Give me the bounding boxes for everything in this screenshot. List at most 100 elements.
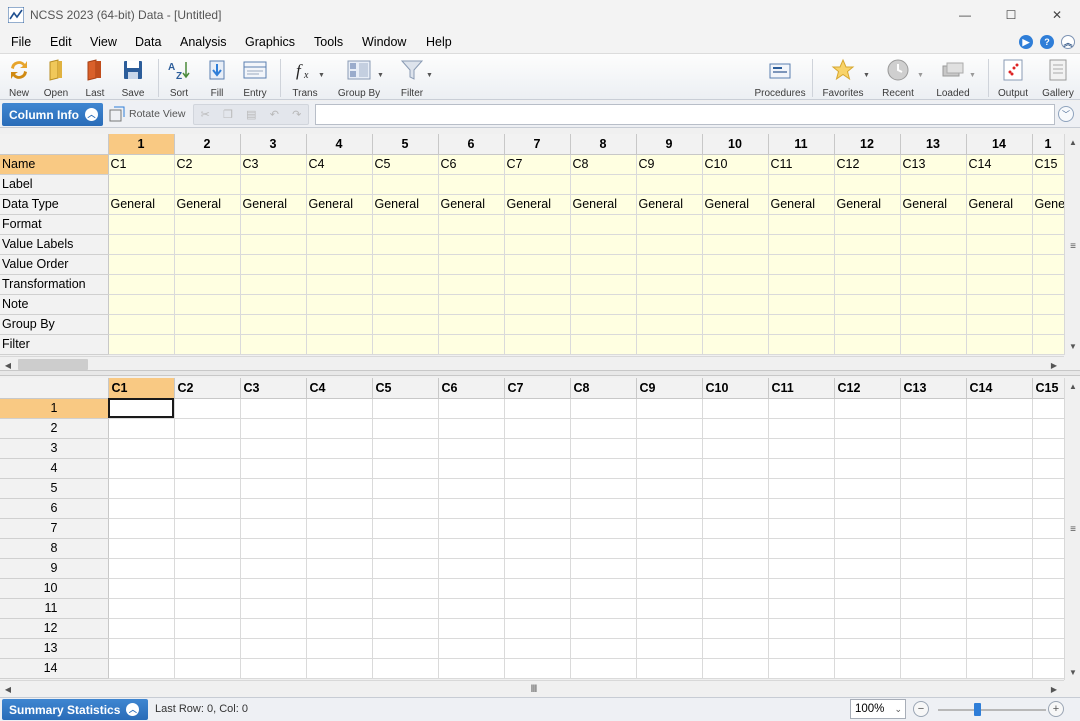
info-cell[interactable]: [834, 174, 901, 195]
data-cell[interactable]: [702, 578, 769, 599]
column-number-header[interactable]: 1: [1032, 134, 1065, 155]
data-cell[interactable]: [702, 498, 769, 519]
data-cell[interactable]: [504, 398, 571, 419]
data-cell[interactable]: [174, 418, 241, 439]
info-cell[interactable]: [174, 294, 241, 315]
gallery-button[interactable]: Gallery: [1040, 58, 1076, 100]
data-cell[interactable]: [372, 398, 439, 419]
data-cell[interactable]: [438, 438, 505, 459]
info-cell[interactable]: [306, 314, 373, 335]
info-cell[interactable]: [1032, 294, 1065, 315]
data-cell[interactable]: [570, 598, 637, 619]
data-cell[interactable]: [834, 638, 901, 659]
data-cell[interactable]: [306, 498, 373, 519]
info-cell[interactable]: C9: [636, 154, 703, 175]
info-cell[interactable]: [108, 334, 175, 355]
info-cell[interactable]: [240, 234, 307, 255]
info-cell[interactable]: [108, 214, 175, 235]
data-cell[interactable]: [702, 458, 769, 479]
redo-icon[interactable]: ↷: [292, 108, 301, 121]
info-cell[interactable]: General: [240, 194, 307, 215]
column-header[interactable]: C7: [504, 378, 571, 399]
menu-view[interactable]: View: [90, 35, 117, 49]
data-cell[interactable]: [504, 498, 571, 519]
column-header[interactable]: C5: [372, 378, 439, 399]
data-cell[interactable]: [240, 578, 307, 599]
data-cell[interactable]: [834, 618, 901, 639]
scroll-down-icon[interactable]: ▼: [1065, 338, 1080, 354]
info-cell[interactable]: [240, 274, 307, 295]
info-cell[interactable]: [240, 334, 307, 355]
data-vertical-scrollbar[interactable]: ▲ ≡ ▼: [1064, 378, 1080, 680]
trans-button[interactable]: fx Trans: [288, 58, 322, 100]
info-cell[interactable]: [702, 334, 769, 355]
filter-dropdown-icon[interactable]: ▼: [426, 72, 433, 79]
data-cell[interactable]: [1032, 538, 1065, 559]
data-cell[interactable]: [636, 578, 703, 599]
row-number-header[interactable]: 11: [0, 598, 109, 619]
menu-window[interactable]: Window: [362, 35, 406, 49]
data-cell[interactable]: [900, 658, 967, 679]
data-cell[interactable]: [108, 518, 175, 539]
info-cell[interactable]: [108, 294, 175, 315]
data-cell[interactable]: [570, 638, 637, 659]
data-cell[interactable]: [108, 498, 175, 519]
data-cell[interactable]: [108, 558, 175, 579]
loaded-dropdown-icon[interactable]: ▼: [969, 72, 976, 79]
column-header[interactable]: C15: [1032, 378, 1065, 399]
data-cell[interactable]: [438, 558, 505, 579]
data-cell[interactable]: [900, 618, 967, 639]
info-cell[interactable]: General: [702, 194, 769, 215]
column-header[interactable]: C11: [768, 378, 835, 399]
zoom-select[interactable]: 100% ⌄: [850, 699, 906, 719]
group-by-dropdown-icon[interactable]: ▼: [377, 72, 384, 79]
data-cell[interactable]: [306, 578, 373, 599]
info-cell[interactable]: General: [900, 194, 967, 215]
data-cell[interactable]: [900, 598, 967, 619]
info-cell[interactable]: [768, 274, 835, 295]
info-cell[interactable]: [768, 314, 835, 335]
data-cell[interactable]: [438, 458, 505, 479]
data-cell[interactable]: [636, 418, 703, 439]
data-cell[interactable]: [1032, 618, 1065, 639]
data-cell[interactable]: [702, 478, 769, 499]
data-cell[interactable]: [1032, 418, 1065, 439]
row-number-header[interactable]: 5: [0, 478, 109, 499]
info-cell[interactable]: [834, 254, 901, 275]
data-cell[interactable]: [174, 438, 241, 459]
info-cell[interactable]: [306, 174, 373, 195]
data-cell[interactable]: [636, 618, 703, 639]
grid-corner[interactable]: [0, 134, 109, 155]
data-cell[interactable]: [174, 518, 241, 539]
info-row-label[interactable]: Transformation: [0, 274, 109, 295]
info-cell[interactable]: [768, 334, 835, 355]
save-button[interactable]: Save: [120, 58, 146, 100]
data-cell[interactable]: [108, 438, 175, 459]
zoom-out-button[interactable]: −: [913, 701, 929, 717]
data-cell[interactable]: [504, 458, 571, 479]
data-cell[interactable]: [504, 438, 571, 459]
data-cell[interactable]: [768, 458, 835, 479]
data-cell[interactable]: [174, 578, 241, 599]
info-cell[interactable]: [768, 214, 835, 235]
zoom-slider-track[interactable]: [938, 709, 1046, 711]
info-cell[interactable]: [570, 234, 637, 255]
info-cell[interactable]: C1: [108, 154, 175, 175]
info-cell[interactable]: [966, 174, 1033, 195]
data-cell[interactable]: [702, 638, 769, 659]
info-cell[interactable]: [900, 314, 967, 335]
data-cell[interactable]: [768, 518, 835, 539]
procedures-button[interactable]: Procedures: [754, 58, 806, 100]
info-cell[interactable]: [966, 314, 1033, 335]
data-cell[interactable]: [372, 658, 439, 679]
data-cell[interactable]: [768, 478, 835, 499]
data-cell[interactable]: [108, 578, 175, 599]
info-cell[interactable]: C13: [900, 154, 967, 175]
data-cell[interactable]: [768, 658, 835, 679]
data-cell[interactable]: [834, 538, 901, 559]
data-cell[interactable]: [966, 578, 1033, 599]
data-cell[interactable]: [306, 538, 373, 559]
data-cell[interactable]: [438, 578, 505, 599]
data-cell[interactable]: [174, 458, 241, 479]
info-cell[interactable]: [438, 254, 505, 275]
